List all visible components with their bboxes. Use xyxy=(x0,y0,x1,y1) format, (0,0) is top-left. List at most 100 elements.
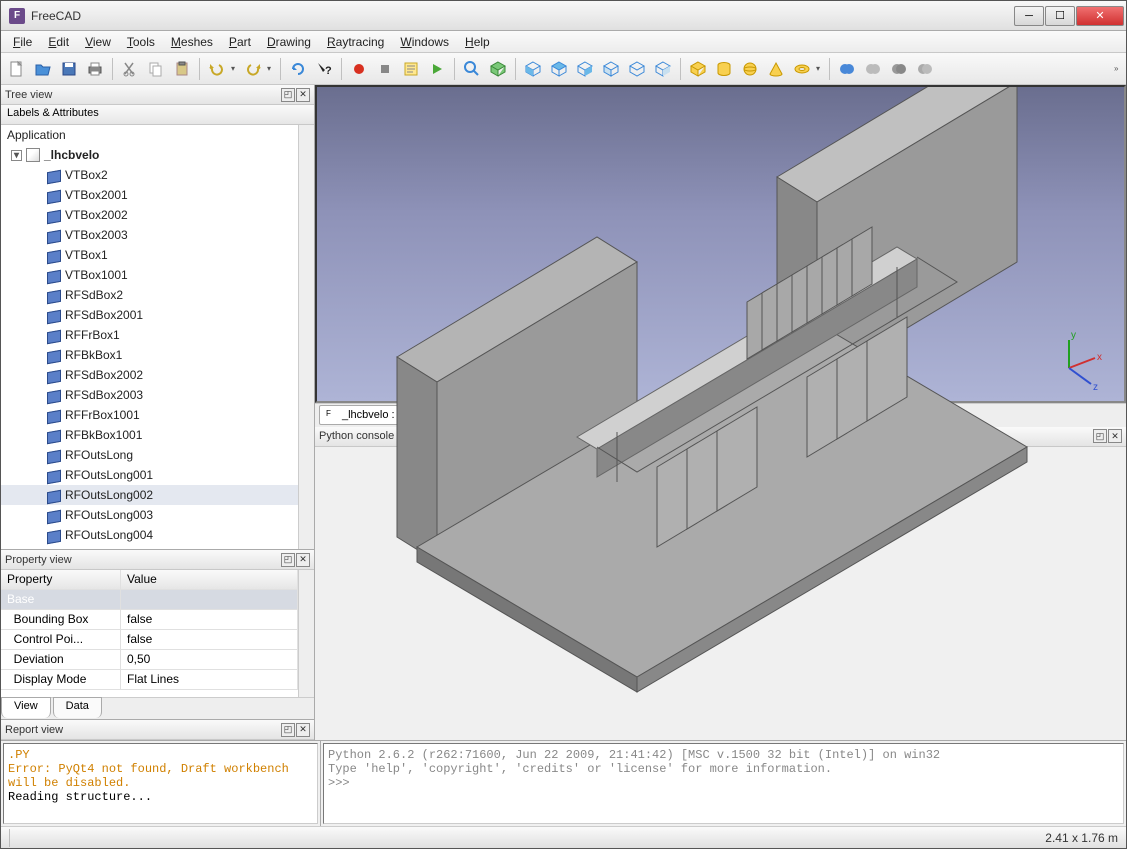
tree-item[interactable]: RFOutsLong004 xyxy=(1,525,298,545)
prim-sphere-button[interactable] xyxy=(738,57,762,81)
whats-this-button[interactable]: ? xyxy=(312,57,336,81)
tree-item[interactable]: RFFrBox1001 xyxy=(1,405,298,425)
view-front-button[interactable] xyxy=(521,57,545,81)
expander-icon[interactable]: ▾ xyxy=(11,150,22,161)
tree-close-button[interactable]: ✕ xyxy=(296,88,310,102)
prop-value[interactable]: 0,50 xyxy=(121,650,298,669)
tree-item[interactable]: RFOutsLong xyxy=(1,445,298,465)
view-left-button[interactable] xyxy=(651,57,675,81)
macro-record-button[interactable] xyxy=(347,57,371,81)
tree-item[interactable]: VTBox1001 xyxy=(1,265,298,285)
prop-col-property[interactable]: Property xyxy=(1,570,121,589)
3d-viewport[interactable]: y x z xyxy=(315,85,1126,403)
bool-common-button[interactable] xyxy=(861,57,885,81)
property-tab-view[interactable]: View xyxy=(1,697,51,718)
prim-cube-button[interactable] xyxy=(686,57,710,81)
statusbar: 2.41 x 1.76 m xyxy=(1,826,1126,848)
tree-item[interactable]: RFBkBox1 xyxy=(1,345,298,365)
menu-windows[interactable]: Windows xyxy=(392,33,457,51)
tree-item[interactable]: RFOutsLong003 xyxy=(1,505,298,525)
undo-button[interactable] xyxy=(205,57,229,81)
prop-value[interactable]: Flat Lines xyxy=(121,670,298,689)
view-iso-button[interactable] xyxy=(486,57,510,81)
tree-item[interactable]: RFSdBox2003 xyxy=(1,385,298,405)
tree-item[interactable]: RFSdBox2 xyxy=(1,285,298,305)
view-right-button[interactable] xyxy=(573,57,597,81)
view-back-button[interactable] xyxy=(599,57,623,81)
report-undock-button[interactable]: ◰ xyxy=(281,723,295,737)
menu-meshes[interactable]: Meshes xyxy=(163,33,221,51)
menu-file[interactable]: File xyxy=(5,33,40,51)
zoom-fit-button[interactable] xyxy=(460,57,484,81)
macro-play-button[interactable] xyxy=(425,57,449,81)
property-row[interactable]: Deviation0,50 xyxy=(1,650,298,670)
report-close-button[interactable]: ✕ xyxy=(296,723,310,737)
property-tab-data[interactable]: Data xyxy=(53,697,102,718)
bool-section-button[interactable] xyxy=(913,57,937,81)
undo-dropdown[interactable]: ▾ xyxy=(231,64,239,73)
toolbar-separator xyxy=(199,58,200,80)
prim-more-dropdown[interactable]: ▾ xyxy=(816,64,824,73)
prop-col-value[interactable]: Value xyxy=(121,570,298,589)
view-bottom-button[interactable] xyxy=(625,57,649,81)
bool-cut-button[interactable] xyxy=(887,57,911,81)
toolbar-overflow[interactable]: » xyxy=(1114,64,1122,73)
macro-edit-button[interactable] xyxy=(399,57,423,81)
prop-undock-button[interactable]: ◰ xyxy=(281,553,295,567)
tree-item[interactable]: VTBox2002 xyxy=(1,205,298,225)
prim-cylinder-button[interactable] xyxy=(712,57,736,81)
python-console-body[interactable]: Python 2.6.2 (r262:71600, Jun 22 2009, 2… xyxy=(323,743,1124,824)
open-doc-button[interactable] xyxy=(31,57,55,81)
tree-item[interactable]: RFOutsLong001 xyxy=(1,465,298,485)
prop-value[interactable]: false xyxy=(121,630,298,649)
print-button[interactable] xyxy=(83,57,107,81)
property-section-base[interactable]: Base xyxy=(1,590,298,610)
prim-torus-button[interactable] xyxy=(790,57,814,81)
menu-raytracing[interactable]: Raytracing xyxy=(319,33,392,51)
menu-drawing[interactable]: Drawing xyxy=(259,33,319,51)
property-row[interactable]: Bounding Boxfalse xyxy=(1,610,298,630)
maximize-button[interactable]: ☐ xyxy=(1045,6,1075,26)
bool-fuse-button[interactable] xyxy=(835,57,859,81)
minimize-button[interactable]: ─ xyxy=(1014,6,1044,26)
tree-item[interactable]: RFSdBox2002 xyxy=(1,365,298,385)
tree-column-header[interactable]: Labels & Attributes xyxy=(1,105,314,125)
prop-value[interactable]: false xyxy=(121,610,298,629)
tree-item[interactable]: RFOutsLong002 xyxy=(1,485,298,505)
macro-stop-button[interactable] xyxy=(373,57,397,81)
menu-view[interactable]: View xyxy=(77,33,119,51)
redo-button[interactable] xyxy=(241,57,265,81)
tree-body[interactable]: Application ▾ _lhcbvelo VTBox2VTBox2001V… xyxy=(1,125,298,549)
prop-scrollbar[interactable] xyxy=(298,570,314,697)
tree-item[interactable]: VTBox2001 xyxy=(1,185,298,205)
tree-item[interactable]: VTBox2 xyxy=(1,165,298,185)
prop-close-button[interactable]: ✕ xyxy=(296,553,310,567)
copy-button[interactable] xyxy=(144,57,168,81)
tree-item[interactable]: VTBox1 xyxy=(1,245,298,265)
tree-item[interactable]: RFSdBox2001 xyxy=(1,305,298,325)
tree-scrollbar[interactable] xyxy=(298,125,314,549)
paste-button[interactable] xyxy=(170,57,194,81)
new-doc-button[interactable] xyxy=(5,57,29,81)
report-view-body[interactable]: .PYError: PyQt4 not found, Draft workben… xyxy=(3,743,318,824)
menu-part[interactable]: Part xyxy=(221,33,259,51)
refresh-button[interactable] xyxy=(286,57,310,81)
menu-edit[interactable]: Edit xyxy=(40,33,77,51)
cut-button[interactable] xyxy=(118,57,142,81)
tree-node-application[interactable]: Application xyxy=(1,125,298,145)
tree-item[interactable]: VTBox2003 xyxy=(1,225,298,245)
tree-item[interactable]: RFBkBox1001 xyxy=(1,425,298,445)
close-button[interactable]: ✕ xyxy=(1076,6,1124,26)
redo-dropdown[interactable]: ▾ xyxy=(267,64,275,73)
menu-help[interactable]: Help xyxy=(457,33,498,51)
menu-tools[interactable]: Tools xyxy=(119,33,163,51)
tree-item[interactable]: RFFrBox1 xyxy=(1,325,298,345)
property-row[interactable]: Display ModeFlat Lines xyxy=(1,670,298,690)
tree-node-document[interactable]: ▾ _lhcbvelo xyxy=(1,145,298,165)
view-top-button[interactable] xyxy=(547,57,571,81)
prim-cone-button[interactable] xyxy=(764,57,788,81)
property-row[interactable]: Control Poi...false xyxy=(1,630,298,650)
tree-undock-button[interactable]: ◰ xyxy=(281,88,295,102)
tree-item[interactable]: RFOutsLong005 xyxy=(1,545,298,549)
save-doc-button[interactable] xyxy=(57,57,81,81)
